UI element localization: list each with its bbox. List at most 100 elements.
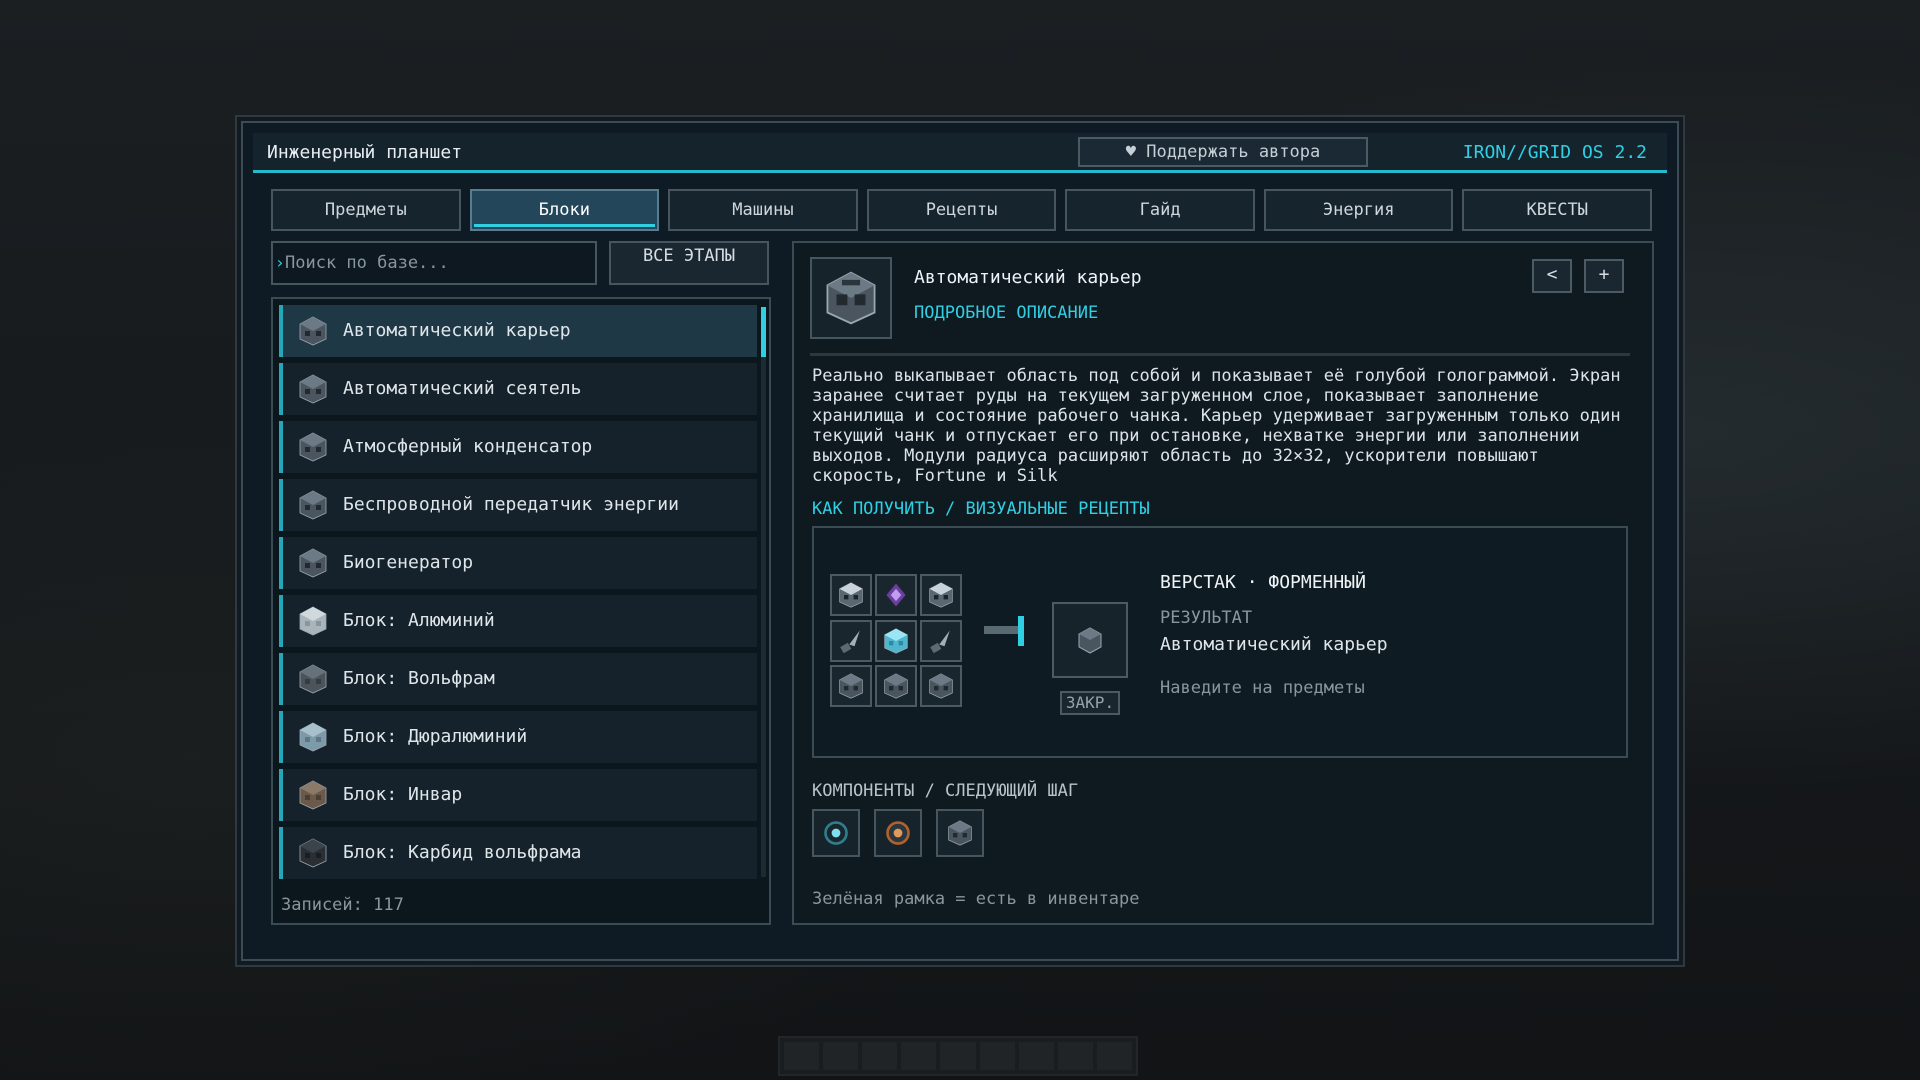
machine-block-icon [929, 673, 953, 699]
result-slot[interactable] [1052, 602, 1128, 678]
core-icon [824, 821, 848, 845]
machine-block-icon [297, 489, 329, 521]
how-to-get-link[interactable]: КАК ПОЛУЧИТЬ / ВИЗУАЛЬНЫЕ РЕЦЕПТЫ [812, 499, 1150, 519]
hover-hint: Наведите на предметы [1160, 678, 1365, 698]
tab-quests[interactable]: КВЕСТЫ [1462, 189, 1653, 231]
crafting-station: ВЕРСТАК · ФОРМЕННЫЙ [1160, 572, 1366, 593]
list-item[interactable]: Атмосферный конденсатор [279, 421, 757, 473]
tab-machines[interactable]: Машины [668, 189, 858, 231]
list-scrollbar[interactable] [761, 307, 766, 877]
tab-recipes[interactable]: Рецепты [866, 189, 1057, 231]
selected-item-icon [810, 257, 892, 339]
entries-count: Записей: 117 [281, 895, 404, 915]
list-item[interactable]: Блок: Дюралюминий [279, 711, 757, 763]
crafting-slot[interactable] [830, 574, 872, 616]
crafting-slot[interactable] [875, 574, 917, 616]
os-version: IRON//GRID OS 2.2 [1462, 142, 1647, 163]
detail-panel: Автоматический карьер ПОДРОБНОЕ ОПИСАНИЕ… [792, 241, 1654, 925]
machine-block-icon [297, 373, 329, 405]
components-list [812, 809, 984, 857]
list-item-label: Блок: Карбид вольфрама [343, 842, 582, 863]
invar-block-icon [297, 779, 329, 811]
recipe-arrow-head [1018, 616, 1024, 646]
crafting-grid [830, 574, 964, 708]
list-item[interactable]: Блок: Алюминий [279, 595, 757, 647]
aluminium-block-icon [299, 606, 327, 636]
list-item-label: Блок: Инвар [343, 784, 463, 805]
block-list: Автоматический карьер Автоматический сеят… [279, 305, 757, 885]
tungsten-block-icon [297, 663, 329, 695]
machine-block-icon [297, 431, 329, 463]
component-slot[interactable] [874, 809, 922, 857]
support-author-button[interactable]: ♥ Поддержать автора [1078, 137, 1368, 167]
drill-icon [840, 630, 860, 653]
hotbar [778, 1036, 1138, 1076]
component-slot[interactable] [936, 809, 984, 857]
ice-block-icon [884, 628, 908, 654]
search-input[interactable] [283, 246, 587, 280]
machine-block-icon [948, 820, 972, 846]
machine-block-icon [1078, 627, 1102, 654]
tungsten-carbide-block-icon [297, 837, 329, 869]
machine-block-icon [839, 673, 863, 699]
crafting-slot[interactable] [830, 619, 872, 662]
list-item-label: Автоматический сеятель [343, 378, 582, 399]
list-item-label: Беспроводной передатчик энергии [343, 494, 679, 515]
duralumin-block-icon [297, 721, 329, 753]
tab-energy[interactable]: Энергия [1263, 189, 1454, 231]
tungsten-carbide-block-icon [299, 838, 327, 868]
tab-blocks[interactable]: Блоки [469, 189, 660, 231]
list-item[interactable]: Автоматический карьер [279, 305, 757, 357]
crafting-slot[interactable] [875, 619, 917, 662]
block-list-panel: Автоматический карьер Автоматический сеят… [271, 297, 771, 925]
category-tabs: Предметы Блоки Машины Рецепты Гайд Энерг… [271, 189, 1653, 231]
aluminium-block-icon [297, 605, 329, 637]
machine-block-icon [299, 490, 327, 520]
window-title: Инженерный планшет [267, 142, 463, 163]
legend-note: Зелёная рамка = есть в инвентаре [812, 889, 1140, 909]
machine-block-icon [297, 547, 329, 579]
bookmark-add-button[interactable]: + [1584, 259, 1624, 293]
list-item-label: Биогенератор [343, 552, 474, 573]
crafting-slot[interactable] [920, 665, 962, 708]
list-item-label: Блок: Дюралюминий [343, 726, 528, 747]
tab-items[interactable]: Предметы [271, 189, 461, 231]
machine-block-icon [826, 271, 876, 325]
locked-badge: ЗАКР. [1060, 691, 1120, 715]
detailed-description-link[interactable]: ПОДРОБНОЕ ОПИСАНИЕ [914, 303, 1098, 323]
divider [810, 353, 1630, 356]
recipe-arrow-icon [984, 626, 1022, 634]
crafting-slot[interactable] [875, 665, 917, 708]
machine-block-icon [884, 673, 908, 699]
result-name: Автоматический карьер [1160, 634, 1388, 655]
crafting-slot[interactable] [920, 574, 962, 616]
components-title: КОМПОНЕНТЫ / СЛЕДУЮЩИЙ ШАГ [812, 781, 1079, 801]
list-item[interactable]: Беспроводной передатчик энергии [279, 479, 757, 531]
list-item[interactable]: Блок: Карбид вольфрама [279, 827, 757, 879]
back-button[interactable]: < [1532, 259, 1572, 293]
search-box: › [271, 241, 597, 285]
list-item-label: Атмосферный конденсатор [343, 436, 593, 457]
machine-block-icon [297, 315, 329, 347]
title-bar: Инженерный планшет ♥ Поддержать автора I… [253, 133, 1667, 173]
crafting-slot[interactable] [830, 665, 872, 708]
selected-item-name: Автоматический карьер [914, 267, 1142, 288]
all-stages-button[interactable]: ВСЕ ЭТАПЫ [609, 241, 769, 285]
scrollbar-thumb[interactable] [761, 307, 766, 357]
list-item[interactable]: Автоматический сеятель [279, 363, 757, 415]
list-item[interactable]: Биогенератор [279, 537, 757, 589]
list-item[interactable]: Блок: Вольфрам [279, 653, 757, 705]
list-item[interactable]: Блок: Инвар [279, 769, 757, 821]
crafting-slot[interactable] [920, 619, 962, 662]
result-label: РЕЗУЛЬТАТ [1160, 608, 1253, 628]
drill-icon [930, 630, 950, 653]
machine-block-icon [299, 548, 327, 578]
list-item-label: Блок: Алюминий [343, 610, 495, 631]
component-slot[interactable] [812, 809, 860, 857]
machine-block-icon [299, 374, 327, 404]
crystal-icon [886, 583, 906, 607]
frame-icon [839, 582, 863, 608]
tab-guide[interactable]: Гайд [1065, 189, 1255, 231]
item-description: Реально выкапывает область под собой и п… [812, 366, 1621, 486]
invar-block-icon [299, 780, 327, 810]
